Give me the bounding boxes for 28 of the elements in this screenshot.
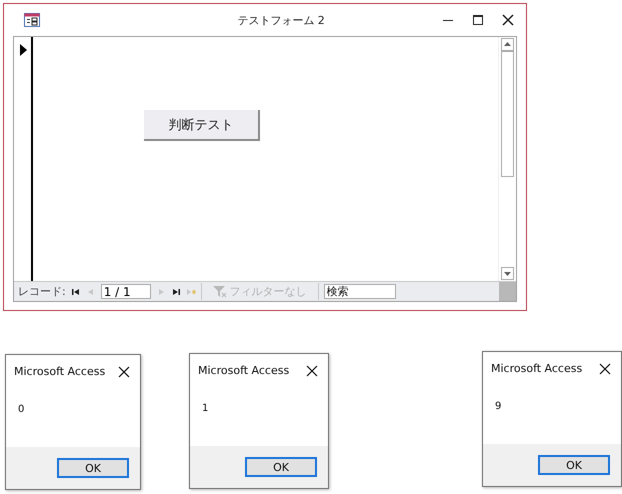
first-record-icon[interactable] bbox=[70, 286, 81, 296]
maximize-icon[interactable] bbox=[472, 14, 484, 26]
record-number-field[interactable]: 1 / 1 bbox=[100, 284, 151, 299]
dialog-title: Microsoft Access bbox=[491, 362, 582, 375]
ok-button[interactable]: OK bbox=[245, 457, 317, 477]
dialog-message: 0 bbox=[17, 403, 26, 417]
record-label: レコード: bbox=[18, 284, 66, 299]
last-record-icon[interactable] bbox=[170, 286, 181, 296]
scroll-up-icon[interactable] bbox=[501, 38, 514, 51]
scroll-down-icon[interactable] bbox=[501, 267, 514, 280]
test-button[interactable]: 判断テスト bbox=[144, 110, 260, 141]
form-icon bbox=[24, 13, 40, 27]
scrollbar[interactable] bbox=[498, 37, 516, 281]
close-icon[interactable] bbox=[118, 366, 130, 378]
current-record-icon bbox=[20, 44, 27, 56]
dialog-title: Microsoft Access bbox=[198, 364, 290, 377]
window-title: テストフォーム 2 bbox=[236, 12, 326, 28]
close-icon[interactable] bbox=[599, 362, 611, 374]
close-icon[interactable] bbox=[502, 14, 514, 26]
search-field[interactable]: 検索 bbox=[324, 284, 396, 299]
close-icon[interactable] bbox=[306, 364, 318, 376]
ok-button[interactable]: OK bbox=[538, 455, 610, 475]
dialog-message: 9 bbox=[494, 400, 502, 414]
dialog-title: Microsoft Access bbox=[14, 365, 106, 378]
filter-icon bbox=[212, 285, 227, 298]
ok-button[interactable]: OK bbox=[57, 458, 129, 478]
dialog-message: 1 bbox=[201, 402, 210, 416]
scroll-thumb[interactable] bbox=[501, 51, 514, 177]
